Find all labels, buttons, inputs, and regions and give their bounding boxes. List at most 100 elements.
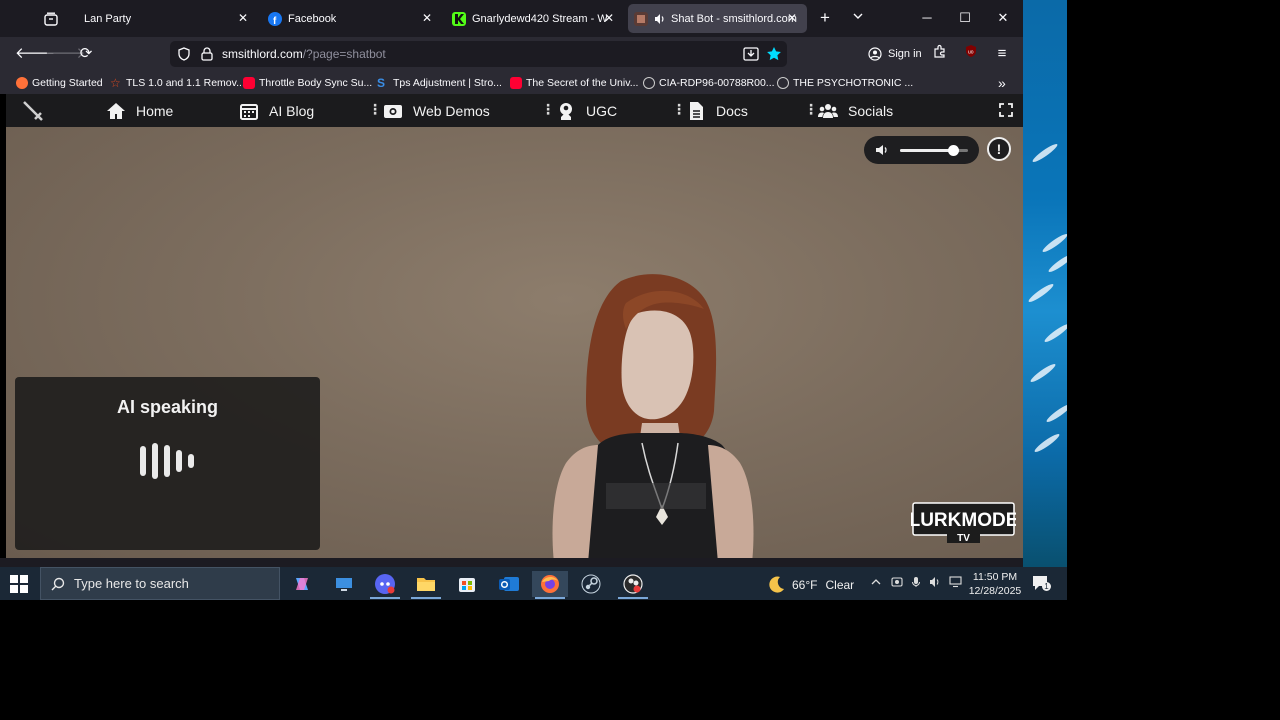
microphone-icon bbox=[912, 577, 920, 587]
tab-facebook[interactable]: f Facebook ✕ bbox=[262, 4, 442, 33]
tab-manager-button[interactable] bbox=[44, 4, 68, 33]
sword-logo-icon[interactable] bbox=[21, 99, 45, 123]
bookmark-cia[interactable]: CIA-RDP96-00788R00... bbox=[643, 75, 775, 91]
active-indicator bbox=[618, 597, 648, 599]
bookmark-secret[interactable]: The Secret of the Univ... bbox=[510, 75, 638, 91]
bookmark-label: TLS 1.0 and 1.1 Remov... bbox=[126, 77, 245, 89]
avatar-scene[interactable]: ! AI speaking LURKMODE TV bbox=[6, 127, 1023, 558]
network-tray-icon[interactable] bbox=[948, 576, 962, 590]
bookmark-label: Tps Adjustment | Stro... bbox=[393, 77, 502, 89]
tab-strip: Lan Party ✕ f Facebook ✕ Gnarlydewd420 S… bbox=[0, 0, 1023, 37]
close-icon[interactable]: ✕ bbox=[420, 11, 434, 25]
url-text[interactable]: smsithlord.com/?page=shatbot bbox=[222, 47, 386, 61]
user-icon bbox=[560, 103, 572, 120]
weather-temp: 66°F bbox=[792, 578, 818, 592]
taskbar-clock[interactable]: 11:50 PM 12/28/2025 bbox=[962, 570, 1028, 598]
people-icon bbox=[818, 104, 838, 118]
tab-lan-party[interactable]: Lan Party ✕ bbox=[74, 4, 258, 33]
volume-slider-thumb[interactable] bbox=[948, 145, 960, 156]
nav-label: UGC bbox=[586, 103, 618, 119]
taskbar-discord[interactable] bbox=[367, 571, 403, 599]
tab-title: Shat Bot - smsithlord.com bbox=[671, 12, 797, 25]
close-icon[interactable]: ✕ bbox=[602, 11, 616, 25]
facebook-icon: f bbox=[268, 11, 282, 26]
clock-date: 12/28/2025 bbox=[968, 585, 1022, 597]
taskbar-remote[interactable] bbox=[326, 571, 362, 597]
taskbar-outlook[interactable] bbox=[491, 571, 527, 597]
weather-widget[interactable]: 66°F Clear bbox=[766, 575, 854, 595]
taskbar-file-explorer[interactable] bbox=[408, 571, 444, 599]
mail-icon bbox=[499, 577, 519, 591]
site-navigation: Home AI Blog ⋮ Web Demos ⋮ UGC ⋮ Docs ⋮ … bbox=[6, 94, 1023, 127]
nav-label: Docs bbox=[716, 103, 748, 119]
search-placeholder: Type here to search bbox=[74, 576, 189, 591]
bookmark-star-icon[interactable] bbox=[766, 46, 782, 62]
maximize-button[interactable]: ☐ bbox=[955, 8, 975, 28]
nav-docs[interactable]: Docs bbox=[686, 100, 748, 122]
ai-speaking-panel: AI speaking bbox=[15, 377, 320, 550]
shield-icon[interactable] bbox=[177, 47, 191, 61]
alert-icon[interactable]: ! bbox=[987, 137, 1011, 161]
notification-count: 1 bbox=[1042, 582, 1051, 591]
address-bar[interactable]: smsithlord.com/?page=shatbot bbox=[170, 41, 787, 67]
lurkmode-logo: LURKMODE TV bbox=[909, 501, 1018, 545]
bookmark-tls[interactable]: ☆ TLS 1.0 and 1.1 Remov... bbox=[110, 75, 245, 91]
remote-desktop-icon bbox=[336, 578, 352, 591]
download-icon[interactable] bbox=[743, 47, 759, 61]
taskbar-firefox[interactable] bbox=[532, 571, 568, 599]
show-hidden-icons-button[interactable] bbox=[869, 576, 883, 590]
forward-button[interactable]: 🡒 bbox=[45, 43, 85, 65]
bookmark-psychotronic[interactable]: THE PSYCHOTRONIC ... bbox=[777, 75, 913, 91]
microphone-tray-icon[interactable] bbox=[909, 576, 923, 590]
nav-socials[interactable]: Socials bbox=[818, 100, 893, 122]
clock-time: 11:50 PM bbox=[972, 571, 1018, 583]
ublock-button[interactable]: uo bbox=[960, 43, 982, 65]
sign-in-button[interactable]: Sign in bbox=[862, 41, 928, 67]
taskbar-store[interactable] bbox=[449, 571, 485, 597]
minimize-button[interactable]: ─ bbox=[917, 8, 937, 28]
moon-icon bbox=[769, 576, 784, 593]
bookmarks-overflow-button[interactable]: » bbox=[998, 75, 1006, 91]
back-button[interactable]: 🡐 bbox=[15, 43, 55, 65]
close-icon[interactable]: ✕ bbox=[785, 11, 799, 25]
fullscreen-icon[interactable] bbox=[999, 103, 1013, 117]
extensions-button[interactable] bbox=[929, 43, 951, 65]
bookmark-label: The Secret of the Univ... bbox=[526, 77, 639, 89]
taskbar-search[interactable]: Type here to search bbox=[40, 567, 280, 600]
taskbar-copilot[interactable] bbox=[284, 571, 320, 597]
nav-ugc[interactable]: UGC bbox=[556, 100, 617, 122]
firefox-icon bbox=[16, 77, 28, 89]
copilot-icon bbox=[296, 578, 308, 590]
close-window-button[interactable]: ✕ bbox=[993, 8, 1013, 28]
nav-label: Home bbox=[136, 103, 174, 119]
lock-icon[interactable] bbox=[201, 47, 213, 61]
new-tab-button[interactable]: + bbox=[815, 8, 835, 28]
bookmark-throttle[interactable]: Throttle Body Sync Su... bbox=[243, 75, 372, 91]
nav-ai-blog[interactable]: AI Blog bbox=[239, 100, 314, 122]
weather-condition: Clear bbox=[825, 578, 855, 592]
nav-home[interactable]: Home bbox=[106, 100, 173, 122]
notification-center-button[interactable]: 1 bbox=[1032, 575, 1051, 592]
windows-start-icon[interactable] bbox=[10, 575, 28, 593]
kick-icon bbox=[452, 11, 466, 26]
reload-button[interactable]: ⟳ bbox=[75, 43, 97, 65]
menu-button[interactable]: ≡ bbox=[991, 43, 1013, 65]
bookmark-getting-started[interactable]: Getting Started bbox=[16, 75, 103, 91]
tab-stream[interactable]: Gnarlydewd420 Stream - Watc ✕ bbox=[446, 4, 624, 33]
nav-web-demos[interactable]: Web Demos bbox=[383, 100, 490, 122]
volume-slider[interactable] bbox=[900, 145, 968, 156]
nav-separator: ⋮ bbox=[541, 101, 555, 117]
volume-tray-icon[interactable] bbox=[928, 576, 942, 590]
speaker-icon[interactable] bbox=[654, 13, 666, 25]
avatar-character bbox=[552, 274, 754, 558]
tab-shat-bot[interactable]: Shat Bot - smsithlord.com ✕ bbox=[628, 4, 807, 33]
close-icon[interactable]: ✕ bbox=[236, 11, 250, 25]
camera-tray-icon[interactable] bbox=[890, 576, 904, 590]
site-icon bbox=[634, 11, 648, 26]
list-tabs-button[interactable] bbox=[848, 8, 868, 28]
bookmark-tps[interactable]: S Tps Adjustment | Stro... bbox=[377, 75, 502, 91]
volume-icon[interactable] bbox=[874, 142, 890, 158]
taskbar-obs[interactable] bbox=[615, 571, 651, 599]
volume-control[interactable] bbox=[864, 136, 979, 164]
taskbar-steam[interactable] bbox=[573, 571, 609, 597]
